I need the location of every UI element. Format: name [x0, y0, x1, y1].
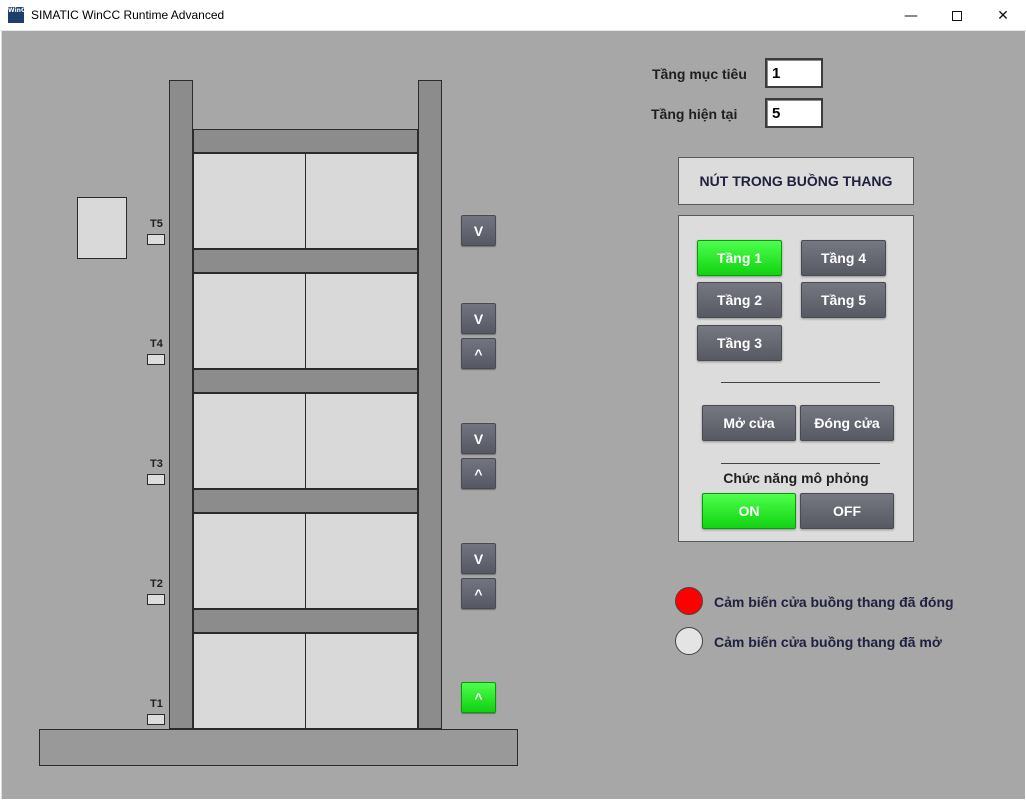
t3-call-down-button[interactable]: V	[461, 423, 496, 454]
t5-call-down-button[interactable]: V	[461, 215, 496, 246]
current-floor-field[interactable]: 5	[765, 98, 823, 128]
simulation-on-button[interactable]: ON	[702, 493, 796, 529]
shaft-right-post	[418, 80, 442, 729]
door-panel-right-t3	[305, 393, 418, 489]
cabin-floor-4-button[interactable]: Tầng 4	[801, 240, 886, 276]
floor-label-t4: T4	[150, 338, 163, 350]
door-panel-right-t2	[305, 513, 418, 609]
target-floor-label: Tầng mục tiêu	[652, 66, 747, 82]
door-panel-right-t4	[305, 273, 418, 369]
simulation-off-button[interactable]: OFF	[800, 493, 894, 529]
door-closed-sensor-lamp	[675, 587, 703, 615]
close-door-button[interactable]: Đóng cửa	[800, 405, 894, 441]
door-panel-left-t1	[193, 633, 306, 729]
t2-call-down-button[interactable]: V	[461, 543, 496, 574]
elevator-car	[77, 197, 127, 259]
floor-indicator-t3	[147, 474, 165, 485]
maximize-button[interactable]	[934, 0, 980, 31]
floor-indicator-t2	[147, 594, 165, 605]
floor-slab	[193, 489, 418, 513]
shaft-left-post	[169, 80, 193, 729]
divider-line	[721, 382, 880, 383]
window-title: SIMATIC WinCC Runtime Advanced	[31, 8, 225, 22]
floor-label-t3: T3	[150, 458, 163, 470]
building-base	[39, 729, 518, 766]
current-floor-label: Tầng hiện tại	[651, 106, 738, 122]
t3-call-up-button[interactable]: ^	[461, 458, 496, 489]
open-door-button[interactable]: Mở cửa	[702, 405, 796, 441]
cabin-floor-1-button[interactable]: Tầng 1	[697, 240, 782, 276]
t4-call-down-button[interactable]: V	[461, 303, 496, 334]
floor-slab	[193, 609, 418, 633]
maximize-icon	[952, 10, 962, 21]
minimize-button[interactable]: —	[888, 0, 934, 31]
t4-call-up-button[interactable]: ^	[461, 338, 496, 369]
door-panel-left-t4	[193, 273, 306, 369]
cabin-floor-5-button[interactable]: Tầng 5	[801, 282, 886, 318]
floor-slab	[193, 369, 418, 393]
floor-slab	[193, 129, 418, 153]
door-open-sensor-label: Cảm biến cửa buồng thang đã mở	[714, 634, 942, 650]
title-bar: WinCC SIMATIC WinCC Runtime Advanced — ✕	[0, 0, 1026, 31]
door-panel-right-t1	[305, 633, 418, 729]
floor-slab	[193, 249, 418, 273]
floor-label-t2: T2	[150, 578, 163, 590]
runtime-screen: T5 T4 T3 T2 T1 V V ^ V ^ V ^ ^ Tầng mục …	[1, 31, 1025, 799]
t1-call-up-button[interactable]: ^	[461, 682, 496, 713]
floor-label-t1: T1	[150, 698, 163, 710]
simulation-title: Chức năng mô phỏng	[723, 470, 869, 486]
target-floor-field[interactable]: 1	[765, 58, 823, 88]
cabin-floor-2-button[interactable]: Tầng 2	[697, 282, 782, 318]
door-panel-left-t5	[193, 153, 306, 249]
cabin-floor-3-button[interactable]: Tầng 3	[697, 325, 782, 361]
floor-indicator-t1	[147, 714, 165, 725]
floor-label-t5: T5	[150, 218, 163, 230]
door-panel-right-t5	[305, 153, 418, 249]
close-button[interactable]: ✕	[980, 0, 1026, 31]
door-open-sensor-lamp	[675, 627, 703, 655]
floor-indicator-t4	[147, 354, 165, 365]
door-panel-left-t2	[193, 513, 306, 609]
wincc-app-icon: WinCC	[8, 7, 24, 23]
door-panel-left-t3	[193, 393, 306, 489]
t2-call-up-button[interactable]: ^	[461, 578, 496, 609]
floor-indicator-t5	[147, 234, 165, 245]
divider-line	[721, 463, 880, 464]
door-closed-sensor-label: Cảm biến cửa buồng thang đã đóng	[714, 594, 954, 610]
cabin-panel-title: NÚT TRONG BUỒNG THANG	[678, 157, 914, 205]
